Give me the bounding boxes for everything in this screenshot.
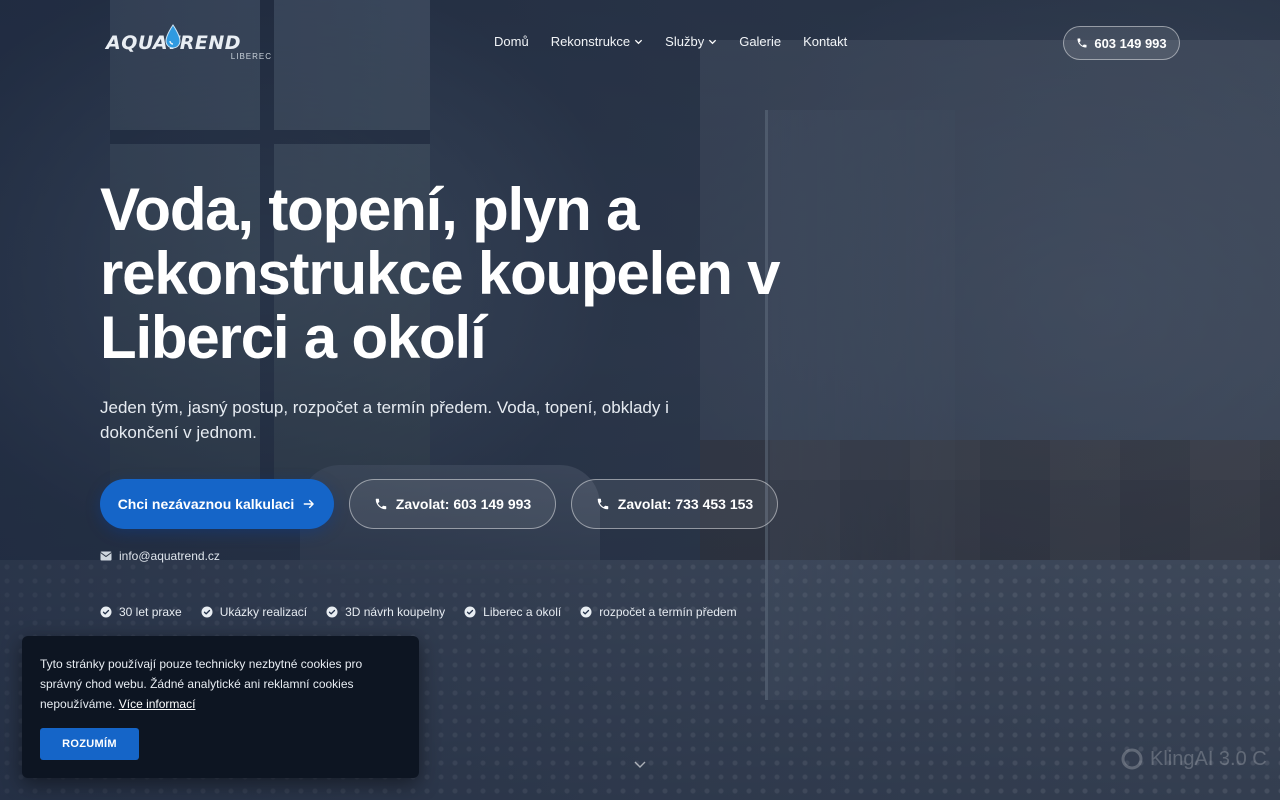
feature-label: Liberec a okolí — [483, 605, 562, 619]
cookie-more-info-link[interactable]: Více informací — [119, 697, 196, 711]
calculation-cta-button[interactable]: Chci nezávaznou kalkulaci — [100, 479, 334, 529]
hero-title: Voda, topení, plyn a rekonstrukce koupel… — [100, 176, 781, 371]
cookie-text: Tyto stránky používají pouze technicky n… — [40, 654, 390, 714]
nav-item-label: Služby — [665, 34, 705, 49]
cookie-accept-button[interactable]: ROZUMÍM — [40, 728, 139, 760]
email-link[interactable]: info@aquatrend.cz — [100, 549, 220, 563]
nav-item-label: Rekonstrukce — [550, 34, 631, 49]
scroll-down-icon[interactable] — [634, 760, 646, 770]
water-drop-icon — [165, 24, 181, 49]
nav-item-domu[interactable]: Domů — [494, 34, 529, 49]
call-button-1-label: Zavolat: 603 149 993 — [395, 496, 532, 512]
check-circle-icon — [464, 606, 476, 618]
feature-item: rozpočet a termín předem — [580, 605, 737, 619]
feature-label: Ukázky realizací — [219, 605, 308, 619]
chevron-down-icon — [709, 39, 717, 45]
feature-list: 30 let praxe Ukázky realizací 3D návrh kou… — [100, 605, 737, 619]
check-circle-icon — [201, 606, 213, 618]
nav-item-sluzby[interactable]: Služby — [665, 34, 717, 49]
logo[interactable]: AQUATREND LIBEREC — [106, 24, 274, 64]
check-circle-icon — [580, 606, 592, 618]
phone-icon — [375, 498, 387, 510]
phone-icon — [597, 498, 609, 510]
phone-icon — [1077, 38, 1087, 48]
call-button-2-label: Zavolat: 733 453 153 — [617, 496, 754, 512]
call-button-2[interactable]: Zavolat: 733 453 153 — [571, 479, 778, 529]
site-header: AQUATREND LIBEREC Domů Rekonstrukce Služby… — [0, 0, 1280, 86]
check-circle-icon — [326, 606, 338, 618]
nav-item-rekonstrukce[interactable]: Rekonstrukce — [551, 34, 643, 49]
nav-item-label: Galerie — [739, 34, 782, 49]
cookie-message: Tyto stránky používají pouze technicky n… — [40, 657, 363, 711]
feature-item: 3D návrh koupelny — [326, 605, 445, 619]
call-button-1[interactable]: Zavolat: 603 149 993 — [349, 479, 556, 529]
cta-row: Chci nezávaznou kalkulaci Zavolat: 603 1… — [100, 479, 778, 529]
main-nav: Domů Rekonstrukce Služby Galerie Kontakt — [494, 34, 847, 49]
logo-subtext: LIBEREC — [230, 52, 272, 61]
arrow-right-icon — [303, 499, 315, 509]
feature-item: 30 let praxe — [100, 605, 182, 619]
envelope-icon — [100, 551, 112, 561]
feature-label: rozpočet a termín předem — [599, 605, 737, 619]
feature-label: 30 let praxe — [119, 605, 182, 619]
feature-label: 3D návrh koupelny — [345, 605, 446, 619]
cookie-banner: Tyto stránky používají pouze technicky n… — [22, 636, 419, 778]
header-phone-button[interactable]: 603 149 993 — [1063, 26, 1180, 60]
nav-item-label: Kontakt — [803, 34, 848, 49]
watermark-text: KlingAI 3.0 C — [1150, 747, 1267, 770]
watermark-logo-icon — [1121, 748, 1143, 770]
email-label: info@aquatrend.cz — [119, 549, 220, 563]
nav-item-galerie[interactable]: Galerie — [739, 34, 781, 49]
header-phone-label: 603 149 993 — [1094, 35, 1167, 51]
nav-item-label: Domů — [494, 34, 529, 49]
check-circle-icon — [100, 606, 112, 618]
feature-item: Ukázky realizací — [201, 605, 307, 619]
feature-item: Liberec a okolí — [464, 605, 561, 619]
nav-item-kontakt[interactable]: Kontakt — [803, 34, 847, 49]
hero-subtitle: Jeden tým, jasný postup, rozpočet a term… — [100, 398, 669, 442]
calculation-cta-label: Chci nezávaznou kalkulaci — [117, 496, 295, 512]
watermark: KlingAI 3.0 C — [1120, 747, 1267, 771]
chevron-down-icon — [635, 39, 643, 45]
